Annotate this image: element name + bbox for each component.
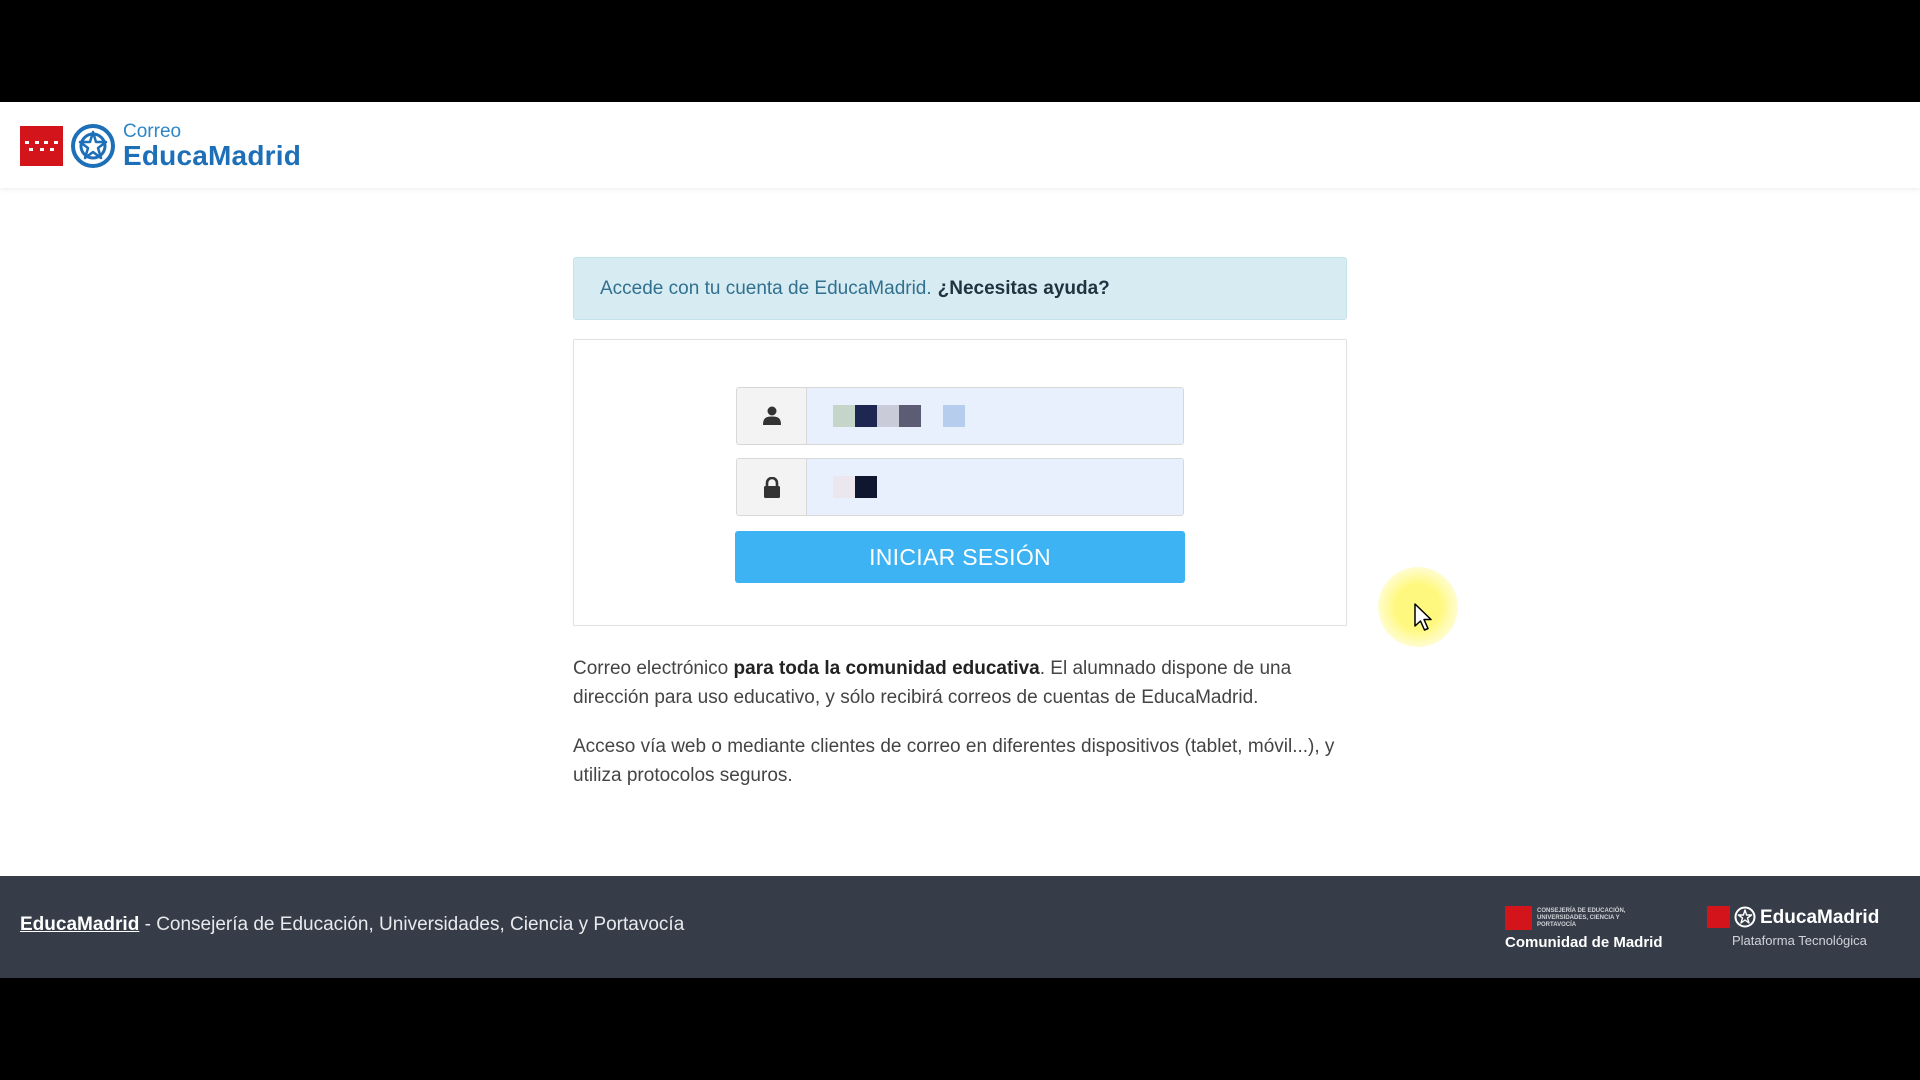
info-alert: Accede con tu cuenta de EducaMadrid. ¿Ne…	[573, 257, 1347, 320]
plataforma-tecnologica-text: Plataforma Tecnológica	[1732, 933, 1867, 948]
comunidad-madrid-logo[interactable]: Consejería de Educación, Universidades, …	[1505, 906, 1673, 951]
password-addon	[737, 459, 807, 515]
educamadrid-logo[interactable]: Correo EducaMadrid	[20, 122, 301, 170]
educamadrid-seal-icon	[71, 124, 115, 168]
footer-educamadrid-link[interactable]: EducaMadrid	[20, 914, 139, 935]
comunidad-madrid-flag-icon	[20, 126, 63, 166]
username-input[interactable]	[807, 388, 1183, 444]
alert-text: Accede con tu cuenta de EducaMadrid.	[600, 277, 932, 299]
login-button[interactable]: INICIAR SESIÓN	[735, 531, 1185, 583]
site-footer: EducaMadrid - Consejería de Educación, U…	[0, 876, 1920, 978]
user-icon	[762, 406, 781, 425]
site-header: Correo EducaMadrid	[0, 102, 1920, 188]
mouse-cursor-icon	[1414, 603, 1432, 631]
madrid-flag-icon	[1505, 906, 1532, 930]
footer-text: - Consejería de Educación, Universidades…	[139, 914, 685, 935]
description-paragraph-1: Correo electrónico para toda la comunida…	[573, 654, 1358, 712]
username-field[interactable]	[736, 387, 1184, 445]
comunidad-madrid-text: Comunidad de Madrid	[1505, 934, 1663, 951]
login-form: INICIAR SESIÓN	[573, 339, 1347, 626]
description-text: Correo electrónico	[573, 658, 734, 679]
description-paragraph-2: Acceso vía web o mediante clientes de co…	[573, 736, 1335, 786]
description-bold-text: para toda la comunidad educativa	[733, 658, 1040, 679]
logo-educamadrid-text: EducaMadrid	[123, 140, 302, 171]
browser-viewport: Correo EducaMadrid Accede con tu cuenta …	[0, 102, 1920, 978]
help-link[interactable]: ¿Necesitas ayuda?	[938, 278, 1110, 300]
password-input[interactable]	[807, 459, 1183, 515]
logo-correo-text: Correo	[123, 121, 182, 142]
username-addon	[737, 388, 807, 444]
lock-icon	[763, 476, 780, 498]
educamadrid-seal-icon	[1734, 906, 1756, 928]
consejeria-small-text: Consejería de Educación, Universidades, …	[1537, 908, 1626, 928]
educamadrid-footer-text: EducaMadrid	[1760, 907, 1880, 928]
password-field[interactable]	[736, 458, 1184, 516]
madrid-flag-icon	[1707, 906, 1730, 928]
footer-credits: EducaMadrid - Consejería de Educación, U…	[20, 914, 684, 936]
educamadrid-platform-logo[interactable]: EducaMadrid Plataforma Tecnológica	[1707, 906, 1897, 950]
